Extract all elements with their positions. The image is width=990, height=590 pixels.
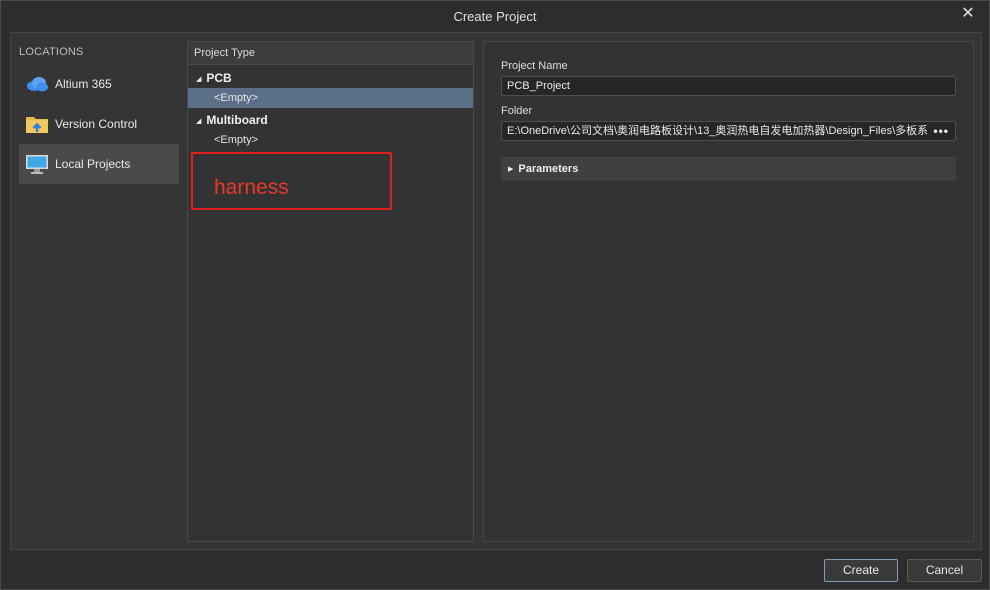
cloud-icon [25, 72, 49, 96]
location-altium-365[interactable]: Altium 365 [19, 64, 179, 104]
dialog-body: LOCATIONS Altium 365 Version Control Loc… [10, 32, 982, 550]
tree-group-label: Multiboard [206, 113, 268, 127]
locations-heading: LOCATIONS [19, 46, 84, 58]
monitor-icon [25, 152, 49, 176]
dialog-title: Create Project [453, 9, 537, 24]
folder-label: Folder [501, 105, 533, 117]
parameters-label: Parameters [518, 163, 579, 175]
tree-item-pcb-empty[interactable]: <Empty> [188, 88, 473, 108]
folder-field[interactable]: E:\OneDrive\公司文档\奥润电路板设计\13_奥润热电自发电加热器\D… [501, 121, 956, 141]
title-bar: Create Project ✕ [1, 1, 989, 31]
tree-group-multiboard[interactable]: ◢ Multiboard [188, 110, 473, 130]
folder-path-text: E:\OneDrive\公司文档\奥润电路板设计\13_奥润热电自发电加热器\D… [507, 125, 927, 137]
locations-panel: LOCATIONS Altium 365 Version Control Loc… [11, 33, 187, 549]
create-button[interactable]: Create [824, 559, 898, 582]
tree-group-pcb[interactable]: ◢ PCB [188, 68, 473, 88]
tree-item-multiboard-empty[interactable]: <Empty> [188, 130, 473, 150]
expand-triangle-icon[interactable]: ◢ [196, 112, 201, 132]
collapse-triangle-icon: ▶ [508, 166, 514, 173]
browse-folder-button[interactable]: ••• [933, 122, 949, 140]
project-name-label: Project Name [501, 60, 568, 72]
project-type-panel: Project Type ◢ PCB <Empty> ◢ Multiboard <E… [187, 41, 474, 542]
location-label: Version Control [55, 117, 138, 131]
close-icon[interactable]: ✕ [957, 5, 979, 23]
location-version-control[interactable]: Version Control [19, 104, 179, 144]
project-details-panel: Project Name Folder E:\OneDrive\公司文档\奥润电… [483, 41, 974, 542]
location-label: Altium 365 [55, 77, 112, 91]
cancel-button[interactable]: Cancel [907, 559, 982, 582]
tree-group-label: PCB [206, 71, 232, 85]
annotation-text: harness [214, 176, 289, 199]
location-local-projects[interactable]: Local Projects [19, 144, 179, 184]
version-folder-icon [25, 112, 49, 136]
expand-triangle-icon[interactable]: ◢ [196, 70, 201, 90]
project-name-input[interactable] [501, 76, 956, 96]
parameters-section-header[interactable]: ▶ Parameters [501, 157, 956, 181]
create-project-dialog: Create Project ✕ LOCATIONS Altium 365 Ve… [0, 0, 990, 590]
location-label: Local Projects [55, 157, 131, 171]
project-type-header: Project Type [188, 42, 473, 65]
